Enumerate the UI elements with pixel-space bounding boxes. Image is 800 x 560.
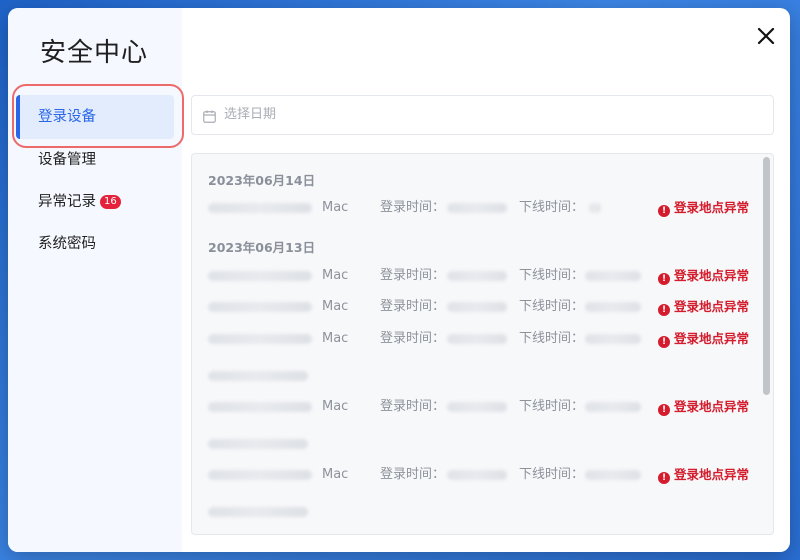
scrollbar[interactable]: [763, 154, 770, 534]
table-row: Mac 登录时间： 下线时间： ! 登录地点异常: [192, 397, 762, 417]
login-time-label: 登录时间：: [380, 200, 446, 215]
logout-time-label: 下线时间：: [519, 399, 585, 414]
table-row: Mac 登录时间： 下线时间： ! 登录地点异常: [192, 329, 762, 349]
anomaly-status[interactable]: ! 登录地点异常: [658, 465, 749, 485]
count-badge: 16: [100, 195, 121, 209]
group-date: 2023年06月14日: [208, 173, 316, 188]
calendar-icon: [203, 108, 216, 127]
device-name-redacted: [208, 334, 312, 344]
sidebar-item-label: 异常记录: [38, 194, 96, 210]
login-time-redacted: [447, 470, 507, 480]
anomaly-status[interactable]: ! 登录地点异常: [658, 198, 749, 218]
table-row: [192, 434, 762, 454]
anomaly-text: 登录地点异常: [674, 399, 750, 414]
os-label: Mac: [322, 331, 349, 346]
location-redacted: [208, 371, 308, 381]
logout-time-redacted: [585, 470, 641, 480]
anomaly-text: 登录地点异常: [674, 331, 750, 346]
login-time-redacted: [447, 271, 507, 281]
anomaly-text: 登录地点异常: [674, 467, 750, 482]
device-name-redacted: [208, 271, 312, 281]
anomaly-status[interactable]: ! 登录地点异常: [658, 297, 749, 317]
login-time-label: 登录时间：: [380, 299, 446, 314]
sidebar-item-anomaly-records[interactable]: 异常记录 16: [16, 180, 174, 224]
logout-time-redacted: [585, 302, 641, 312]
anomaly-status[interactable]: ! 登录地点异常: [658, 397, 749, 417]
group-date: 2023年06月13日: [208, 240, 316, 255]
logout-time-redacted: [585, 271, 641, 281]
login-time-redacted: [447, 203, 507, 213]
warning-icon: !: [658, 205, 670, 217]
login-time-redacted: [447, 302, 507, 312]
table-row: [192, 502, 762, 522]
device-name-redacted: [208, 203, 312, 213]
login-time-label: 登录时间：: [380, 399, 446, 414]
close-icon[interactable]: [752, 21, 780, 49]
os-label: Mac: [322, 200, 349, 215]
date-picker-placeholder: 选择日期: [224, 107, 277, 122]
os-label: Mac: [322, 467, 349, 482]
dialog-title: 安全中心: [40, 38, 149, 68]
login-records-list[interactable]: 2023年06月14日 Mac 登录时间： 下线时间： ! 登录地点异常 2023…: [191, 153, 774, 535]
warning-icon: !: [658, 472, 670, 484]
table-row: Mac 登录时间： 下线时间： ! 登录地点异常: [192, 198, 762, 218]
date-picker[interactable]: 选择日期: [191, 95, 774, 135]
anomaly-text: 登录地点异常: [674, 268, 750, 283]
location-redacted: [208, 507, 308, 517]
location-redacted: [208, 439, 308, 449]
sidebar-item-device-management[interactable]: 设备管理: [16, 138, 174, 182]
sidebar-item-system-password[interactable]: 系统密码: [16, 222, 174, 266]
login-time-label: 登录时间：: [380, 467, 446, 482]
scrollbar-thumb[interactable]: [763, 157, 770, 395]
logout-time-label: 下线时间：: [519, 467, 585, 482]
table-row: Mac 登录时间： 下线时间： ! 登录地点异常: [192, 266, 762, 286]
table-row: [192, 366, 762, 386]
device-name-redacted: [208, 470, 312, 480]
logout-time-redacted: [585, 402, 641, 412]
anomaly-text: 登录地点异常: [674, 299, 750, 314]
warning-icon: !: [658, 304, 670, 316]
logout-time-redacted: [589, 203, 601, 213]
device-name-redacted: [208, 302, 312, 312]
logout-time-label: 下线时间：: [519, 268, 585, 283]
login-time-redacted: [447, 402, 507, 412]
sidebar-item-label: 设备管理: [38, 152, 96, 168]
security-center-dialog: 安全中心 登录设备 设备管理 异常记录 16 系统密码 选择日期 2023年06…: [8, 8, 790, 552]
sidebar-item-label: 系统密码: [38, 236, 96, 252]
table-row: Mac 登录时间： 下线时间： ! 登录地点异常: [192, 297, 762, 317]
sidebar-item-label: 登录设备: [38, 109, 96, 125]
login-time-label: 登录时间：: [380, 331, 446, 346]
os-label: Mac: [322, 399, 349, 414]
warning-icon: !: [658, 273, 670, 285]
anomaly-status[interactable]: ! 登录地点异常: [658, 266, 749, 286]
warning-icon: !: [658, 404, 670, 416]
sidebar: 安全中心 登录设备 设备管理 异常记录 16 系统密码: [8, 8, 182, 552]
logout-time-label: 下线时间：: [519, 299, 585, 314]
login-time-redacted: [447, 334, 507, 344]
logout-time-redacted: [585, 334, 641, 344]
logout-time-label: 下线时间：: [519, 200, 585, 215]
login-time-label: 登录时间：: [380, 268, 446, 283]
device-name-redacted: [208, 402, 312, 412]
warning-icon: !: [658, 336, 670, 348]
anomaly-text: 登录地点异常: [674, 200, 750, 215]
table-row: Mac 登录时间： 下线时间： ! 登录地点异常: [192, 465, 762, 485]
logout-time-label: 下线时间：: [519, 331, 585, 346]
os-label: Mac: [322, 268, 349, 283]
os-label: Mac: [322, 299, 349, 314]
anomaly-status[interactable]: ! 登录地点异常: [658, 329, 749, 349]
sidebar-item-login-devices[interactable]: 登录设备: [16, 95, 174, 139]
